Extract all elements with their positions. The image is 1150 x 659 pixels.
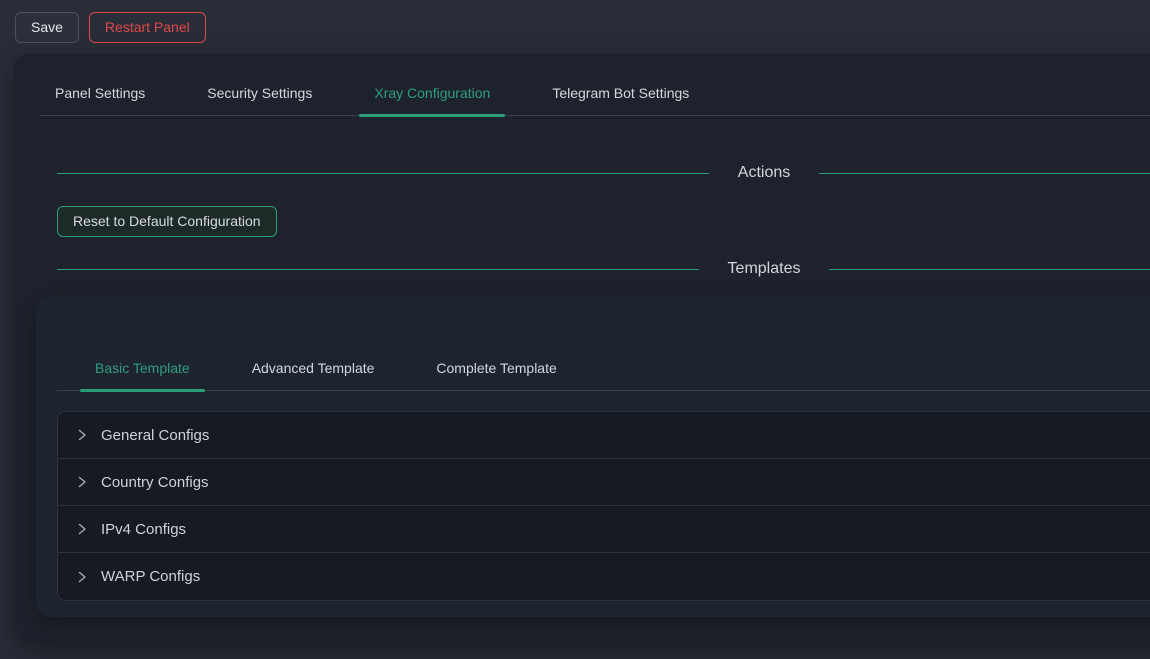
config-collapse-list: General Configs Country Configs IPv4 Con… xyxy=(57,411,1150,601)
tab-xray-configuration[interactable]: Xray Configuration xyxy=(359,73,505,115)
chevron-right-icon xyxy=(76,523,88,535)
save-button[interactable]: Save xyxy=(15,12,79,43)
actions-divider-title: Actions xyxy=(709,162,819,184)
tab-security-settings[interactable]: Security Settings xyxy=(192,73,327,115)
actions-divider: Actions xyxy=(57,162,1150,184)
settings-card: Panel Settings Security Settings Xray Co… xyxy=(14,53,1150,641)
settings-tab-bar: Panel Settings Security Settings Xray Co… xyxy=(40,73,1150,116)
chevron-right-icon xyxy=(76,476,88,488)
template-tab-bar: Basic Template Advanced Template Complet… xyxy=(57,348,1150,391)
collapse-label: WARP Configs xyxy=(101,568,200,585)
collapse-label: Country Configs xyxy=(101,474,209,491)
collapse-label: General Configs xyxy=(101,427,209,444)
topbar: Save Restart Panel xyxy=(0,0,1150,53)
chevron-right-icon xyxy=(76,429,88,441)
tab-complete-template[interactable]: Complete Template xyxy=(421,348,571,390)
templates-divider: Templates xyxy=(57,258,1150,280)
collapse-warp-configs[interactable]: WARP Configs xyxy=(58,553,1150,600)
collapse-country-configs[interactable]: Country Configs xyxy=(58,459,1150,506)
collapse-general-configs[interactable]: General Configs xyxy=(58,412,1150,459)
templates-card: Basic Template Advanced Template Complet… xyxy=(36,296,1150,617)
tab-basic-template[interactable]: Basic Template xyxy=(80,348,205,390)
tab-advanced-template[interactable]: Advanced Template xyxy=(237,348,390,390)
templates-divider-title: Templates xyxy=(699,258,830,280)
collapse-label: IPv4 Configs xyxy=(101,521,186,538)
restart-panel-button[interactable]: Restart Panel xyxy=(89,12,206,43)
chevron-right-icon xyxy=(76,571,88,583)
collapse-ipv4-configs[interactable]: IPv4 Configs xyxy=(58,506,1150,553)
tab-telegram-bot-settings[interactable]: Telegram Bot Settings xyxy=(537,73,704,115)
tab-panel-settings[interactable]: Panel Settings xyxy=(40,73,160,115)
reset-default-configuration-button[interactable]: Reset to Default Configuration xyxy=(57,206,277,237)
